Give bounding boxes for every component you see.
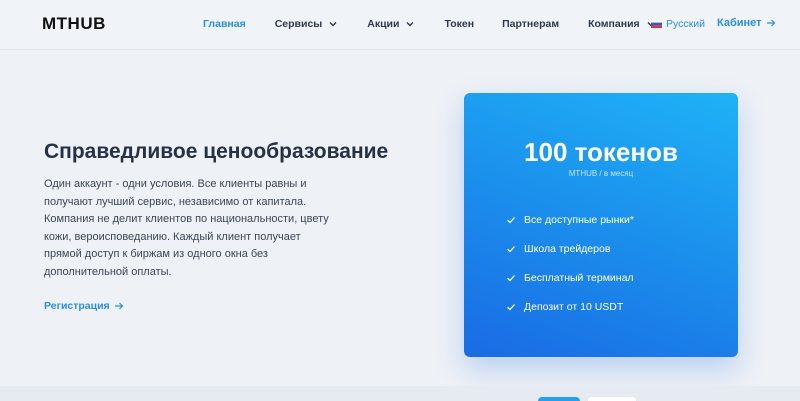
main-nav: Главная Сервисы Акции Токен Партнерам Ко… bbox=[203, 18, 656, 30]
nav-item-label: Партнерам bbox=[502, 18, 560, 30]
check-icon bbox=[507, 216, 515, 223]
nav-item-label: Токен bbox=[444, 18, 475, 30]
pricing-card-subtitle: MTHUB / в месяц bbox=[568, 169, 634, 178]
check-icon bbox=[507, 274, 515, 281]
feature-item: Школа трейдеров bbox=[506, 234, 634, 263]
feature-label: Школа трейдеров bbox=[524, 242, 611, 255]
feature-item: Бесплатный терминал bbox=[506, 263, 634, 292]
feature-item: Все доступные рынки* bbox=[506, 205, 634, 234]
hero-description: Один аккаунт - одни условия. Все клиенты… bbox=[44, 178, 329, 278]
feature-list: Все доступные рынки* Школа трейдеров Бес… bbox=[506, 205, 634, 321]
check-icon bbox=[507, 303, 515, 310]
register-link[interactable]: Регистрация bbox=[44, 300, 124, 312]
feature-label: Бесплатный терминал bbox=[524, 271, 634, 284]
arrow-right-icon bbox=[114, 302, 124, 310]
feature-label: Все доступные рынки* bbox=[524, 213, 634, 226]
section-tab[interactable] bbox=[588, 397, 636, 401]
nav-item-promotions[interactable]: Акции bbox=[367, 18, 415, 30]
arrow-right-icon bbox=[766, 19, 775, 27]
nav-item-label: Сервисы bbox=[274, 18, 323, 30]
hero-title: Справедливое ценообразование bbox=[44, 140, 389, 163]
nav-item-services[interactable]: Сервисы bbox=[275, 18, 339, 30]
language-label: Русский bbox=[666, 18, 705, 30]
check-icon bbox=[507, 245, 515, 252]
russia-flag-icon bbox=[651, 20, 662, 28]
nav-item-token[interactable]: Токен bbox=[444, 18, 474, 30]
cabinet-link[interactable]: Кабинет bbox=[717, 17, 776, 29]
feature-label: Депозит от 10 USDT bbox=[524, 300, 624, 313]
nav-item-label: Акции bbox=[367, 18, 400, 30]
chevron-down-icon bbox=[406, 22, 414, 27]
register-label: Регистрация bbox=[44, 300, 110, 312]
section-tab-active[interactable] bbox=[538, 397, 580, 401]
cabinet-label: Кабинет bbox=[717, 17, 762, 29]
nav-item-home[interactable]: Главная bbox=[203, 18, 246, 30]
pricing-card-title: 100 токенов bbox=[524, 137, 678, 167]
site-header: MTHUB Главная Сервисы Акции Токен Партне… bbox=[0, 0, 800, 50]
page: MTHUB Главная Сервисы Акции Токен Партне… bbox=[0, 0, 800, 401]
language-selector[interactable]: Русский bbox=[651, 18, 705, 30]
chevron-down-icon bbox=[329, 22, 337, 27]
next-section-strip bbox=[0, 386, 800, 401]
logo[interactable]: MTHUB bbox=[42, 14, 106, 34]
nav-item-company[interactable]: Компания bbox=[588, 18, 656, 30]
pricing-card: 100 токенов MTHUB / в месяц Все доступны… bbox=[464, 93, 738, 357]
nav-item-partners[interactable]: Партнерам bbox=[502, 18, 559, 30]
nav-item-label: Компания bbox=[588, 18, 640, 30]
feature-item: Депозит от 10 USDT bbox=[506, 292, 634, 321]
nav-item-label: Главная bbox=[203, 18, 246, 30]
